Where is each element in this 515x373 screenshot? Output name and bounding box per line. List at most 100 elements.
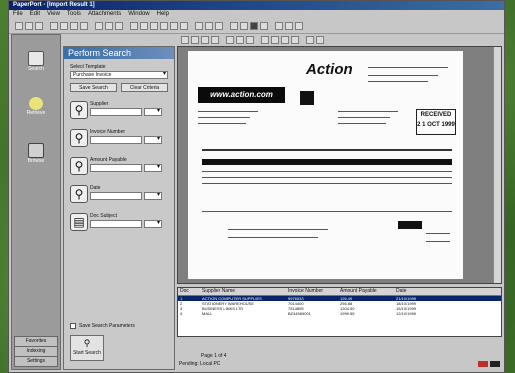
cut-icon[interactable] <box>95 22 103 30</box>
rotate-icon[interactable] <box>150 22 158 30</box>
start-search-button[interactable]: ⚲ Start Search <box>70 335 104 361</box>
barcode-mark <box>300 91 314 105</box>
invoice-logo: Action <box>306 61 353 78</box>
text-icon[interactable] <box>281 35 289 44</box>
viewer-scrollbar[interactable] <box>493 47 501 283</box>
received-stamp: RECEIVED 2 1 OCT 1999 <box>416 109 456 135</box>
date-input[interactable] <box>90 192 142 200</box>
doc-subject-operator-select[interactable] <box>144 220 162 228</box>
sidebar-settings[interactable]: Settings <box>14 356 58 367</box>
amount-operator-select[interactable] <box>144 164 162 172</box>
table-row[interactable]: 4 MALL BZ44569001 1999.55 12/10/1999 <box>178 311 501 316</box>
sidebar-item-browse[interactable]: Browse <box>22 143 50 165</box>
menu-bar: File Edit View Tools Attachments Window … <box>9 10 504 19</box>
table-header-band <box>202 159 452 165</box>
invoice-number-input[interactable] <box>90 136 142 144</box>
frame-icon[interactable] <box>260 22 268 30</box>
search-field-invoice-number: ⚲ Invoice Number <box>70 127 170 149</box>
print-icon[interactable] <box>50 22 58 30</box>
zoom-in-icon[interactable] <box>130 22 138 30</box>
sidebar-item-retrieve[interactable]: Retrieve <box>22 97 50 119</box>
save-parameters-checkbox[interactable] <box>70 323 76 329</box>
align-icon[interactable] <box>275 22 283 30</box>
clear-criteria-button[interactable]: Clear Criteria <box>121 83 168 92</box>
save-icon[interactable] <box>35 22 43 30</box>
column-invoice-number[interactable]: Invoice Number <box>286 288 338 295</box>
magnifier-icon[interactable]: ⚲ <box>70 157 88 175</box>
page2-icon[interactable] <box>240 22 248 30</box>
document-icon[interactable]: ▤ <box>70 213 88 231</box>
cell-invoice: BZ44569001 <box>288 311 311 316</box>
column-amount[interactable]: Amount Payable <box>338 288 394 295</box>
next-page-icon[interactable] <box>201 35 209 44</box>
magnify-icon[interactable] <box>306 35 314 44</box>
magnifier-icon[interactable]: ⚲ <box>70 185 88 203</box>
column-supplier[interactable]: Supplier Name <box>200 288 286 295</box>
arrow-icon[interactable] <box>285 22 293 30</box>
column-date[interactable]: Date <box>394 288 498 295</box>
field-label: Supplier <box>90 101 109 107</box>
menu-edit[interactable]: Edit <box>30 10 40 19</box>
redo-icon[interactable] <box>115 22 123 30</box>
sidebar-item-search[interactable]: Search <box>22 51 50 73</box>
menu-help[interactable]: Help <box>157 10 169 19</box>
note-icon[interactable] <box>180 22 188 30</box>
new-icon[interactable] <box>15 22 23 30</box>
navigation-sidebar: Search Retrieve Browse Favorites Indexin… <box>11 34 61 370</box>
folder-icon <box>29 97 43 110</box>
fit-width-icon[interactable] <box>226 35 234 44</box>
paste-icon[interactable] <box>80 22 88 30</box>
last-page-icon[interactable] <box>211 35 219 44</box>
line-icon[interactable] <box>291 35 299 44</box>
save-search-button[interactable]: Save Search <box>70 83 117 92</box>
table-row-rule <box>202 211 452 212</box>
fit-page-icon[interactable] <box>236 35 244 44</box>
undo-icon[interactable] <box>105 22 113 30</box>
address-rule <box>338 111 398 112</box>
page-indicator: Page 1 of 4 <box>201 353 227 359</box>
address-rule <box>198 117 250 118</box>
template-select[interactable]: Purchase Invoice <box>70 71 168 79</box>
start-search-label: Start Search <box>73 350 101 356</box>
menu-file[interactable]: File <box>13 10 23 19</box>
layout-icon[interactable] <box>295 22 303 30</box>
help-icon[interactable] <box>215 22 223 30</box>
open-icon[interactable] <box>25 22 33 30</box>
amount-payable-input[interactable] <box>90 164 142 172</box>
highlight-icon[interactable] <box>170 22 178 30</box>
thumbnail-icon[interactable] <box>261 35 269 44</box>
page-icon[interactable] <box>230 22 238 30</box>
date-operator-select[interactable] <box>144 192 162 200</box>
stamp-icon[interactable] <box>195 22 203 30</box>
save-parameters-label: Save Search Parameters <box>79 323 135 329</box>
annotate-icon[interactable] <box>271 35 279 44</box>
first-page-icon[interactable] <box>181 35 189 44</box>
pan-icon[interactable] <box>316 35 324 44</box>
sidebar-item-label: Retrieve <box>26 110 46 116</box>
invoice-operator-select[interactable] <box>144 136 162 144</box>
scan-icon[interactable] <box>60 22 68 30</box>
menu-view[interactable]: View <box>47 10 60 19</box>
doc-subject-input[interactable] <box>90 220 142 228</box>
column-doc[interactable]: Doc <box>178 288 200 295</box>
menu-window[interactable]: Window <box>128 10 149 19</box>
header-rule <box>368 81 428 82</box>
fill-icon[interactable] <box>250 22 258 30</box>
zoom-out-icon[interactable] <box>140 22 148 30</box>
document-viewer[interactable]: Action www.action.com RECEIVED 2 1 OCT 1… <box>177 46 502 284</box>
menu-attachments[interactable]: Attachments <box>88 10 121 19</box>
copy-icon[interactable] <box>70 22 78 30</box>
address-rule <box>198 123 246 124</box>
select-icon[interactable] <box>160 22 168 30</box>
menu-tools[interactable]: Tools <box>67 10 81 19</box>
cell-supplier: MALL <box>202 311 213 316</box>
record-indicator-icon <box>478 361 488 367</box>
magnifier-icon[interactable]: ⚲ <box>70 129 88 147</box>
search-panel: Perform Search Select Template Purchase … <box>63 46 175 370</box>
magnifier-icon[interactable]: ⚲ <box>70 101 88 119</box>
prev-page-icon[interactable] <box>191 35 199 44</box>
supplier-input[interactable] <box>90 108 142 116</box>
grid-icon[interactable] <box>205 22 213 30</box>
actual-size-icon[interactable] <box>246 35 254 44</box>
supplier-operator-select[interactable] <box>144 108 162 116</box>
